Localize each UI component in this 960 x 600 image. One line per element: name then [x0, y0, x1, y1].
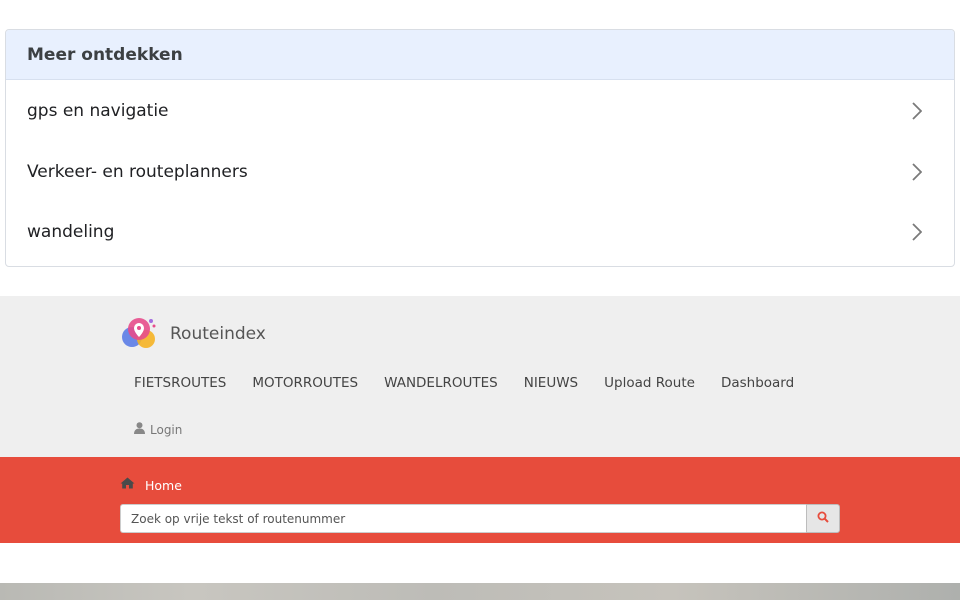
nav-upload-route[interactable]: Upload Route: [604, 375, 695, 391]
chevron-right-icon: [910, 222, 924, 242]
chevron-right-icon: [910, 101, 924, 121]
home-icon: [120, 476, 135, 494]
discover-item-label: gps en navigatie: [27, 101, 169, 121]
search-form: [120, 504, 840, 533]
discover-list: gps en navigatie Verkeer- en routeplanne…: [6, 80, 954, 262]
nav-fietsroutes[interactable]: FIETSROUTES: [134, 375, 226, 391]
discover-card: Meer ontdekken gps en navigatie Verkeer-…: [5, 29, 955, 267]
discover-item-label: wandeling: [27, 222, 115, 242]
search-bar-section: Home: [0, 457, 960, 543]
discover-item-planners[interactable]: Verkeer- en routeplanners: [6, 142, 954, 202]
nav-motorroutes[interactable]: MOTORROUTES: [252, 375, 358, 391]
breadcrumb-home[interactable]: Home: [145, 478, 182, 493]
brand-name: Routeindex: [170, 324, 266, 344]
discover-item-wandeling[interactable]: wandeling: [6, 202, 954, 262]
discover-item-label: Verkeer- en routeplanners: [27, 162, 248, 182]
discover-title: Meer ontdekken: [27, 44, 183, 65]
breadcrumb: Home: [120, 476, 182, 494]
hero-image: [0, 583, 960, 600]
search-icon: [817, 511, 829, 526]
location-pin-logo: [120, 315, 158, 353]
user-icon: [134, 421, 145, 439]
chevron-right-icon: [910, 162, 924, 182]
login-label: Login: [150, 423, 183, 437]
brand-link[interactable]: Routeindex: [120, 315, 266, 353]
search-input[interactable]: [120, 504, 806, 533]
main-nav: FIETSROUTES MOTORROUTES WANDELROUTES NIE…: [134, 375, 820, 391]
discover-item-gps[interactable]: gps en navigatie: [6, 80, 954, 142]
discover-header: Meer ontdekken: [6, 30, 954, 80]
search-button[interactable]: [806, 504, 840, 533]
nav-dashboard[interactable]: Dashboard: [721, 375, 794, 391]
nav-nieuws[interactable]: NIEUWS: [524, 375, 578, 391]
nav-wandelroutes[interactable]: WANDELROUTES: [384, 375, 498, 391]
login-link[interactable]: Login: [134, 421, 182, 439]
site-header: Routeindex FIETSROUTES MOTORROUTES WANDE…: [0, 296, 960, 457]
